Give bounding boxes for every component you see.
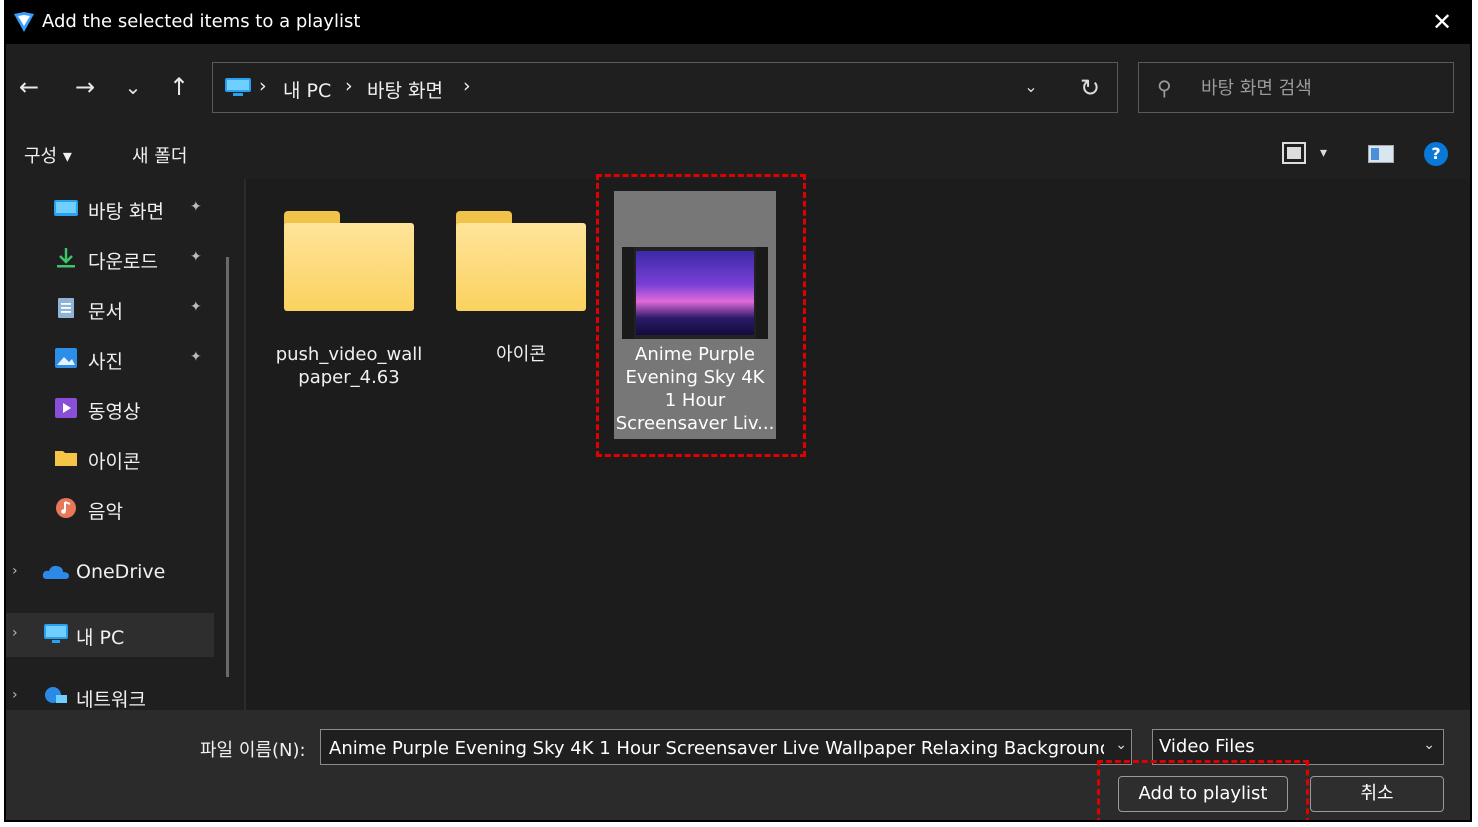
file-item-label-line: Screensaver Liv...	[615, 413, 775, 434]
window-title: Add the selected items to a playlist	[42, 11, 361, 32]
sidebar-item-label: 아이콘	[88, 451, 141, 473]
address-dropdown-button[interactable]: ⌄	[1019, 75, 1043, 99]
pin-icon: ✦	[190, 299, 202, 315]
folder-icon	[284, 211, 414, 311]
pin-icon: ✦	[190, 199, 202, 215]
filetype-select[interactable]: Video Files ⌄	[1152, 729, 1444, 765]
preview-pane-icon[interactable]	[1368, 145, 1394, 163]
recent-locations-button[interactable]: ⌄	[118, 72, 148, 102]
help-icon[interactable]: ?	[1424, 142, 1448, 166]
documents-icon	[58, 298, 74, 318]
sidebar-item-label: 음악	[88, 501, 123, 523]
sidebar-item-desktop[interactable]: 바탕 화면 ✦	[6, 187, 216, 231]
network-icon	[45, 687, 67, 703]
chevron-right-icon[interactable]: ›	[12, 625, 18, 641]
sidebar-scrollbar[interactable]	[226, 257, 229, 677]
folder-icon	[456, 211, 586, 311]
navigation-bar: ← → ⌄ ↑ › 내 PC › 바탕 화면 › ⌄ ↻ ⚲	[6, 44, 1470, 129]
sidebar-item-downloads[interactable]: 다운로드 ✦	[6, 237, 216, 281]
forward-button[interactable]: →	[70, 72, 100, 102]
navigation-pane: 바탕 화면 ✦ 다운로드 ✦ 문서 ✦ 사진 ✦ 동영상 아이콘 음악 › On…	[6, 179, 244, 711]
view-mode-icon[interactable]	[1282, 142, 1306, 164]
up-button[interactable]: ↑	[164, 72, 194, 102]
pin-icon: ✦	[190, 249, 202, 265]
sidebar-item-pictures[interactable]: 사진 ✦	[6, 337, 216, 381]
breadcrumb-separator: ›	[463, 75, 471, 97]
file-item-label-line: 1 Hour	[664, 390, 726, 411]
film-strip-right	[756, 247, 768, 339]
search-icon: ⚲	[1157, 76, 1172, 100]
cancel-button[interactable]: 취소	[1310, 776, 1444, 812]
download-icon	[57, 248, 75, 268]
filename-input[interactable]	[327, 735, 1106, 761]
chevron-down-icon: ⌄	[1423, 737, 1435, 753]
sidebar-item-label: 네트워크	[76, 689, 146, 711]
filetype-value: Video Files	[1159, 736, 1255, 757]
close-button[interactable]: ✕	[1428, 8, 1456, 36]
file-item-label-line: Anime Purple	[635, 344, 755, 365]
file-item-folder[interactable]: push_video_wall paper_4.63	[276, 211, 422, 401]
filename-label: 파일 이름(N):	[200, 740, 306, 761]
refresh-button[interactable]: ↻	[1075, 73, 1105, 103]
video-preview-image	[636, 251, 754, 335]
command-toolbar: 구성 ▾ 새 폴더 ▾ ?	[6, 129, 1470, 179]
sidebar-item-label: 바탕 화면	[88, 201, 164, 223]
file-item-label-line: 아이콘	[496, 344, 546, 365]
search-box[interactable]: ⚲	[1138, 62, 1454, 113]
folder-icon	[55, 451, 77, 466]
sidebar-item-label: OneDrive	[76, 561, 166, 583]
desktop-icon	[54, 200, 78, 216]
file-item-label: 아이콘	[436, 343, 606, 366]
file-item-folder[interactable]: 아이콘	[456, 211, 586, 401]
sidebar-item-label: 다운로드	[88, 251, 158, 273]
filename-combobox[interactable]: ⌄	[320, 729, 1132, 765]
breadcrumb-separator: ›	[259, 75, 267, 97]
sidebar-item-videos[interactable]: 동영상	[6, 387, 216, 431]
file-item-video-selected[interactable]: Anime Purple Evening Sky 4K 1 Hour Scree…	[614, 191, 776, 439]
videos-icon	[55, 398, 77, 418]
title-bar: Add the selected items to a playlist ✕	[6, 2, 1470, 44]
video-thumbnail	[622, 247, 768, 339]
chevron-right-icon[interactable]: ›	[12, 563, 18, 579]
dialog-footer: 파일 이름(N): ⌄ Video Files ⌄ Add to playlis…	[6, 710, 1470, 820]
file-list-pane: push_video_wall paper_4.63 아이콘 Anime Pur…	[246, 179, 1470, 710]
computer-icon	[225, 78, 251, 96]
back-button[interactable]: ←	[14, 72, 44, 102]
sidebar-item-this-pc[interactable]: › 내 PC	[6, 613, 214, 657]
sidebar-item-label: 문서	[88, 301, 123, 323]
file-item-label: Anime Purple Evening Sky 4K 1 Hour Scree…	[614, 343, 776, 435]
sidebar-item-music[interactable]: 음악	[6, 487, 216, 531]
sidebar-item-label: 내 PC	[76, 627, 125, 649]
new-folder-button[interactable]: 새 폴더	[132, 142, 187, 168]
file-dialog-window: Add the selected items to a playlist ✕ ←…	[4, 0, 1472, 822]
search-input[interactable]	[1199, 73, 1443, 103]
file-item-label-line: push_video_wall	[275, 344, 423, 365]
breadcrumb-separator: ›	[345, 75, 353, 97]
pin-icon: ✦	[190, 349, 202, 365]
sidebar-item-label: 사진	[88, 351, 123, 373]
sidebar-item-label: 동영상	[88, 401, 141, 423]
sidebar-item-icons-folder[interactable]: 아이콘	[6, 437, 216, 481]
file-item-label-line: Evening Sky 4K	[625, 367, 765, 388]
chevron-right-icon[interactable]: ›	[12, 687, 18, 703]
film-strip-left	[622, 247, 634, 339]
sidebar-item-documents[interactable]: 문서 ✦	[6, 287, 216, 331]
computer-icon	[44, 624, 68, 643]
chevron-down-icon[interactable]: ⌄	[1115, 737, 1127, 753]
file-item-label: push_video_wall paper_4.63	[264, 343, 434, 389]
pictures-icon	[55, 348, 77, 368]
organize-button[interactable]: 구성 ▾	[24, 142, 72, 168]
breadcrumb-this-pc[interactable]: 내 PC	[283, 76, 331, 103]
onedrive-cloud-icon	[42, 565, 69, 579]
music-icon	[56, 498, 76, 518]
address-bar[interactable]: › 내 PC › 바탕 화면 › ⌄ ↻	[212, 62, 1118, 113]
app-logo-icon	[14, 12, 34, 32]
file-item-label-line: paper_4.63	[298, 367, 400, 388]
view-dropdown-button[interactable]: ▾	[1320, 145, 1327, 161]
breadcrumb-desktop[interactable]: 바탕 화면	[367, 76, 443, 103]
add-to-playlist-button[interactable]: Add to playlist	[1118, 776, 1288, 812]
sidebar-item-onedrive[interactable]: › OneDrive	[6, 551, 216, 595]
